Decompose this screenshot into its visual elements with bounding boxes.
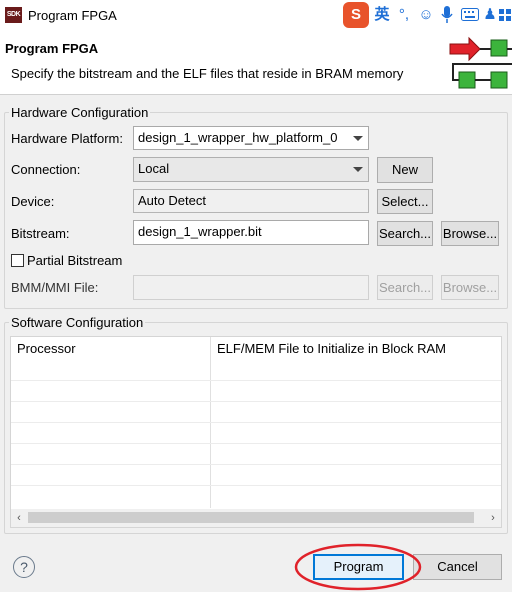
annotation-circle — [294, 543, 422, 591]
new-connection-button[interactable]: New — [377, 157, 433, 183]
keyboard-icon[interactable] — [460, 2, 480, 28]
partial-bitstream-label: Partial Bitstream — [27, 253, 123, 268]
hardware-configuration-title: Hardware Configuration — [9, 105, 151, 120]
table-row — [11, 380, 501, 381]
bitstream-input[interactable]: design_1_wrapper.bit — [133, 220, 369, 245]
grid-icon[interactable] — [498, 2, 512, 28]
hardware-platform-value: design_1_wrapper_hw_platform_0 — [138, 130, 338, 145]
bmm-browse-button: Browse... — [441, 275, 499, 300]
connection-dropdown[interactable]: Local — [133, 157, 369, 182]
ime-language-toggle[interactable]: 英 — [372, 2, 392, 28]
clothes-icon[interactable]: ♟ — [483, 2, 497, 28]
device-label: Device: — [11, 194, 55, 209]
cancel-button[interactable]: Cancel — [413, 554, 502, 580]
connection-label: Connection: — [11, 162, 81, 177]
bmm-search-button: Search... — [377, 275, 433, 300]
window-title: Program FPGA — [28, 8, 117, 23]
help-icon[interactable]: ? — [13, 556, 35, 578]
connection-value: Local — [138, 161, 170, 176]
bmm-mmi-file-input — [133, 275, 369, 300]
column-header-elf-file[interactable]: ELF/MEM File to Initialize in Block RAM — [217, 341, 446, 356]
hardware-platform-label: Hardware Platform: — [11, 131, 123, 146]
punctuation-icon[interactable]: °, — [396, 2, 412, 28]
table-row — [11, 464, 501, 465]
table-row — [11, 401, 501, 402]
bitstream-browse-button[interactable]: Browse... — [441, 221, 499, 246]
ime-toolbar: S 英 °, ☺ ♟ — [340, 0, 512, 30]
bmm-mmi-file-label: BMM/MMI File: — [11, 280, 99, 295]
sdk-app-icon: SDK — [5, 7, 22, 23]
sogou-logo-icon[interactable]: S — [343, 2, 369, 28]
page-title: Program FPGA — [5, 41, 99, 56]
scroll-left-arrow-icon[interactable]: ‹ — [11, 509, 27, 527]
chevron-down-icon — [353, 167, 363, 172]
bitstream-search-button[interactable]: Search... — [377, 221, 433, 246]
scroll-right-arrow-icon[interactable]: › — [485, 509, 501, 527]
hardware-platform-dropdown[interactable]: design_1_wrapper_hw_platform_0 — [133, 126, 369, 150]
elf-file-table[interactable] — [10, 336, 502, 528]
partial-bitstream-checkbox[interactable] — [11, 254, 24, 267]
fpga-program-banner-icon — [449, 36, 512, 89]
software-configuration-title: Software Configuration — [9, 315, 146, 330]
scrollbar-thumb[interactable] — [28, 512, 474, 523]
select-device-button[interactable]: Select... — [377, 189, 433, 214]
emoji-icon[interactable]: ☺ — [416, 2, 436, 28]
page-description: Specify the bitstream and the ELF files … — [11, 66, 404, 81]
bitstream-label: Bitstream: — [11, 226, 70, 241]
mic-icon[interactable] — [438, 2, 456, 28]
table-row — [11, 485, 501, 486]
chevron-down-icon — [353, 136, 363, 141]
column-header-processor[interactable]: Processor — [17, 341, 76, 356]
table-row — [11, 443, 501, 444]
table-row — [11, 422, 501, 423]
device-field: Auto Detect — [133, 189, 369, 213]
